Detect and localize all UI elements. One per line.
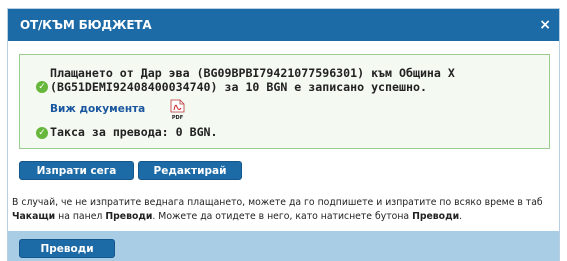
- info-text-part: на панел: [55, 211, 106, 222]
- pdf-icon-label: PDF: [172, 115, 183, 121]
- dialog-title: ОТ/КЪМ БЮДЖЕТА: [20, 18, 152, 32]
- edit-button[interactable]: Редактирай: [138, 161, 242, 180]
- send-now-button[interactable]: Изпрати сега: [19, 161, 134, 180]
- transfers-panel-name: Преводи: [105, 211, 153, 222]
- dialog-title-bar: ОТ/КЪМ БЮДЖЕТА ×: [8, 9, 559, 41]
- close-icon[interactable]: ×: [539, 17, 551, 33]
- pending-tab-name: Чакащи: [12, 211, 56, 222]
- pdf-icon[interactable]: PDF: [169, 99, 186, 121]
- view-document-link[interactable]: Виж документа: [50, 103, 145, 115]
- dialog-footer: Преводи: [8, 231, 559, 261]
- check-icon: ✓: [36, 127, 48, 139]
- fee-text: Такса за превода: 0 BGN.: [50, 125, 218, 139]
- info-text-part: .: [459, 211, 463, 222]
- info-text-part: В случай, че не изпратите веднага плащан…: [12, 197, 543, 208]
- success-message: Плащането от Дар эва (BG09BPBI7942107759…: [50, 66, 455, 94]
- info-text-part: . Можете да отидете в него, като натисне…: [152, 211, 413, 222]
- transfers-button[interactable]: Преводи: [19, 239, 115, 258]
- info-text: В случай, че не изпратите веднага плащан…: [12, 196, 557, 224]
- check-icon: ✓: [36, 81, 48, 93]
- success-message-box: ✓ Плащането от Дар эва (BG09BPBI79421077…: [19, 54, 550, 149]
- transfers-button-ref: Преводи: [412, 211, 460, 222]
- budget-transfer-dialog: ОТ/КЪМ БЮДЖЕТА × ✓ Плащането от Дар эва …: [7, 8, 560, 261]
